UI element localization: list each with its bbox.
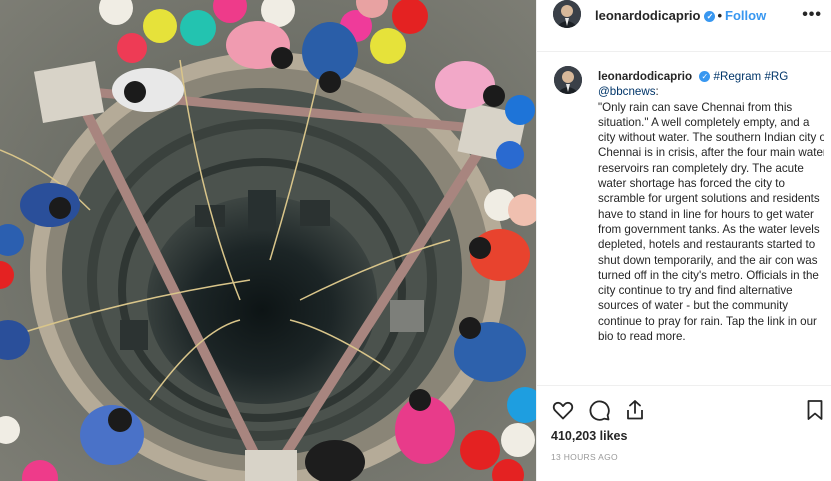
post-image[interactable] [0, 0, 536, 481]
post-caption: leonardodicaprio ✓ #Regram #RG @bbcnews:… [554, 64, 824, 383]
avatar-image [553, 0, 581, 28]
avatar[interactable] [553, 0, 581, 28]
caption-avatar-image [554, 66, 582, 94]
caption-verified-badge-icon: ✓ [699, 71, 711, 83]
follow-button[interactable]: Follow [725, 8, 766, 23]
caption-avatar[interactable] [554, 66, 582, 94]
caption-username[interactable]: leonardodicaprio [598, 70, 692, 83]
post-sidebar: leonardodicaprio ✓ • Follow ••• leonardodic… [536, 0, 831, 481]
hashtag-rg[interactable]: #RG [764, 70, 788, 83]
more-options-icon[interactable]: ••• [802, 6, 822, 24]
comment-icon[interactable] [587, 398, 611, 422]
mention-bbcnews[interactable]: @bbcnews [598, 85, 656, 98]
caption-body: "Only rain can save Chennai from this si… [598, 100, 824, 344]
caption-text-block: leonardodicaprio ✓ #Regram #RG @bbcnews:… [598, 69, 824, 344]
post-actions: 410,203 likes 13 HOURS AGO [537, 385, 831, 481]
verified-badge-icon: ✓ [704, 11, 716, 23]
caption-fade [554, 367, 824, 383]
share-icon[interactable] [623, 398, 647, 422]
heart-icon[interactable] [551, 398, 575, 422]
post-timestamp[interactable]: 13 HOURS AGO [551, 452, 618, 462]
header-username[interactable]: leonardodicaprio [595, 8, 700, 23]
likes-count[interactable]: 410,203 likes [551, 429, 627, 443]
bookmark-icon[interactable] [803, 398, 827, 422]
post-header-user: leonardodicaprio ✓ • Follow [595, 8, 766, 23]
well-photo-illustration [0, 0, 536, 481]
caption-colon: : [655, 85, 659, 99]
post-header: leonardodicaprio ✓ • Follow ••• [537, 0, 831, 52]
hashtag-regram[interactable]: #Regram [714, 70, 762, 83]
separator-dot: • [717, 8, 723, 23]
